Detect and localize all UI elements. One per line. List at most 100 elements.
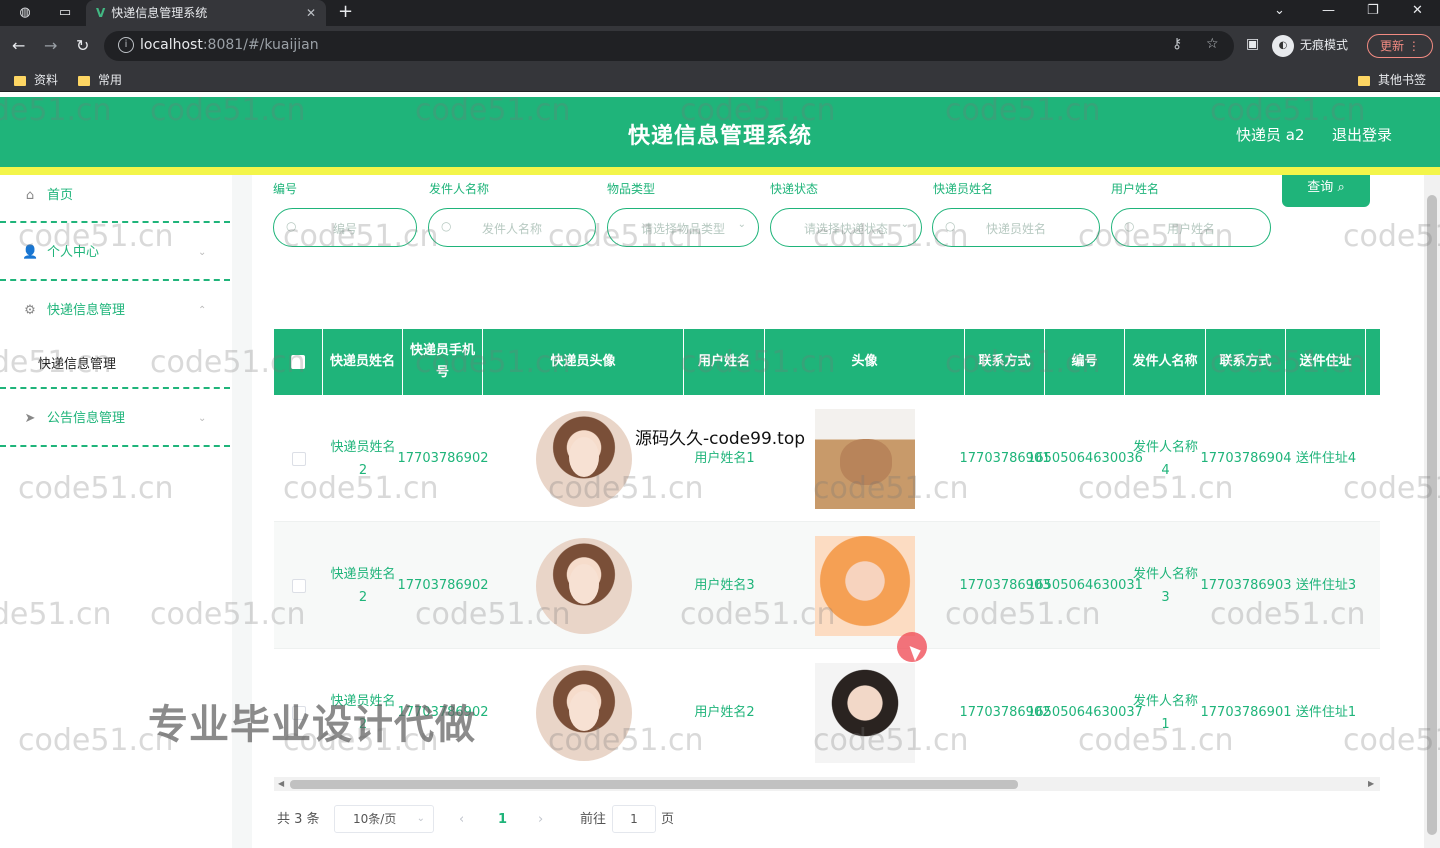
scrollbar-thumb[interactable] — [290, 780, 1018, 789]
sidebar-item-express-management[interactable]: ⚙ 快递信息管理 ⌃ — [0, 283, 232, 339]
search-button[interactable]: 查询 ⌕ — [1282, 175, 1370, 207]
tab-list-icon[interactable]: ⌄ — [1274, 0, 1285, 22]
chevron-down-icon: ⌄ — [198, 413, 207, 424]
item-type-select[interactable]: 请选择物品类型 ⌄ — [607, 208, 759, 247]
scrollbar-thumb[interactable] — [1427, 195, 1437, 835]
sidebar-subitem-express-management[interactable]: 快递信息管理 — [38, 353, 116, 372]
other-bookmarks[interactable]: 其他书签 — [1358, 71, 1426, 88]
user-photo[interactable] — [815, 408, 915, 509]
incognito-indicator[interactable]: ◐ 无痕模式 — [1272, 34, 1348, 57]
page-size-select[interactable]: 10条/页 ⌄ — [334, 805, 434, 833]
url-host: localhost — [140, 37, 203, 53]
window-close-icon[interactable]: ✕ — [1412, 0, 1423, 22]
back-icon[interactable]: ← — [12, 36, 25, 56]
cell-courier-name: 快递员姓名2 — [330, 566, 396, 605]
column-header[interactable]: 联系方式 — [1206, 329, 1286, 395]
cell-number: 16505064630031 — [1027, 578, 1143, 593]
table-row[interactable]: 快递员姓名2 17703786902 用户姓名3 17703786903 165… — [274, 522, 1380, 649]
column-header[interactable]: 发件人名称 — [1125, 329, 1206, 395]
column-header[interactable]: 快递员头像 — [483, 329, 684, 395]
mouse-cursor-icon — [897, 632, 927, 662]
item-type-placeholder: 请选择物品类型 — [640, 222, 725, 236]
scroll-left-icon[interactable]: ◀ — [278, 777, 284, 791]
sender-placeholder: 发件人名称 — [481, 222, 542, 236]
cell-number: 16505064630037 — [1027, 705, 1143, 720]
sender-input[interactable]: ○ 发件人名称 — [428, 208, 596, 247]
chevron-down-icon: ⌄ — [737, 219, 746, 230]
user-name-input[interactable]: ○ 用户姓名 — [1111, 208, 1271, 247]
side-panel-icon[interactable]: ▣ — [1246, 36, 1259, 52]
column-header[interactable]: 送件住址 — [1286, 329, 1366, 395]
tab-search-icon[interactable]: ▭ — [56, 4, 74, 22]
app-header: 快递信息管理系统 快递员 a2 退出登录 — [0, 97, 1440, 167]
page-number-current[interactable]: 1 — [498, 807, 507, 833]
reload-icon[interactable]: ↻ — [76, 36, 89, 56]
sidebar-divider — [0, 221, 230, 223]
minimize-icon[interactable]: — — [1322, 0, 1335, 22]
gear-icon: ⚙ — [24, 303, 36, 318]
filter-label-courier-name: 快递员姓名 — [933, 182, 994, 196]
column-header[interactable]: 快递员手机号 — [403, 329, 483, 395]
bookmark-star-icon[interactable]: ☆ — [1206, 36, 1219, 52]
cell-courier-phone: 17703786902 — [397, 578, 489, 593]
user-icon: 👤 — [22, 245, 39, 260]
scroll-right-icon[interactable]: ▶ — [1368, 777, 1374, 791]
chevron-up-icon: ⌃ — [198, 305, 207, 316]
column-header[interactable]: 编号 — [1045, 329, 1125, 395]
cell-address: 送件住址1 — [1295, 705, 1357, 720]
bookmark-folder-ziliao[interactable]: 资料 — [14, 71, 58, 88]
cell-user-name: 用户姓名1 — [694, 451, 755, 466]
courier-avatar[interactable] — [535, 410, 632, 507]
status-select[interactable]: 请选择快递状态 ⌄ — [770, 208, 922, 247]
column-header[interactable]: 用户姓名 — [684, 329, 765, 395]
column-header[interactable]: 快递员姓名 — [323, 329, 403, 395]
browser-menu-icon[interactable]: ◍ — [16, 4, 34, 22]
key-icon[interactable]: ⚷ — [1172, 36, 1182, 52]
sidebar-item-profile[interactable]: 👤 个人中心 ⌄ — [0, 225, 232, 281]
bookmark-label: 常用 — [98, 73, 123, 87]
goto-page-input[interactable]: 1 — [612, 805, 656, 833]
chevron-down-icon: ⌄ — [198, 247, 207, 258]
sidebar-item-notice-management[interactable]: ➤ 公告信息管理 ⌄ — [0, 391, 232, 447]
sidebar-item-home[interactable]: ⌂ 首页 — [0, 168, 232, 224]
tab-close-icon[interactable]: ✕ — [306, 0, 316, 26]
table-row[interactable]: 快递员姓名2 17703786902 用户姓名1 17703786901 165… — [274, 395, 1380, 522]
page-vertical-scrollbar[interactable] — [1424, 175, 1440, 848]
table-horizontal-scrollbar[interactable]: ◀ ▶ — [274, 777, 1380, 791]
home-icon: ⌂ — [25, 188, 35, 203]
logout-link[interactable]: 退出登录 — [1332, 124, 1392, 145]
restore-icon[interactable]: ❐ — [1367, 0, 1379, 22]
courier-avatar[interactable] — [535, 664, 632, 761]
user-photo[interactable] — [815, 535, 915, 636]
cell-sender: 发件人名称3 — [1132, 566, 1198, 605]
send-icon: ➤ — [24, 411, 36, 426]
sidebar-divider — [0, 279, 230, 281]
column-header[interactable]: 联系方式 — [965, 329, 1045, 395]
cell-sender: 发件人名称4 — [1132, 439, 1198, 478]
browser-tab[interactable]: V 快递信息管理系统 ✕ — [86, 0, 326, 26]
row-checkbox[interactable] — [274, 395, 323, 522]
row-checkbox[interactable] — [274, 522, 323, 649]
new-tab-button[interactable]: + — [338, 0, 353, 24]
courier-avatar[interactable] — [535, 537, 632, 634]
filter-label-user-name: 用户姓名 — [1111, 182, 1160, 196]
cell-address: 送件住址3 — [1295, 578, 1357, 593]
status-placeholder: 请选择快递状态 — [803, 222, 888, 236]
next-page-icon[interactable]: › — [538, 807, 543, 833]
column-header[interactable]: 头像 — [765, 329, 965, 395]
cell-contact2: 17703786901 — [1200, 705, 1292, 720]
forward-icon[interactable]: → — [44, 36, 57, 56]
select-all-checkbox[interactable] — [274, 329, 323, 395]
number-input[interactable]: ○ 编号 — [273, 208, 417, 247]
prev-page-icon[interactable]: ‹ — [459, 807, 464, 833]
cell-sender: 发件人名称1 — [1132, 693, 1198, 732]
update-button[interactable]: 更新 ⋮ — [1367, 34, 1433, 58]
url-field[interactable]: i localhost:8081/#/kuaijian ⚷ ☆ — [104, 31, 1234, 61]
user-photo[interactable] — [815, 662, 915, 763]
checkbox-icon — [291, 451, 306, 466]
courier-name-input[interactable]: ○ 快递员姓名 — [932, 208, 1100, 247]
site-info-icon[interactable]: i — [118, 37, 134, 53]
pagination-total: 共 3 条 — [277, 812, 320, 827]
bookmark-folder-changyong[interactable]: 常用 — [78, 71, 122, 88]
table-header: 快递员姓名 快递员手机号 快递员头像 用户姓名 头像 联系方式 编号 发件人名称… — [274, 329, 1380, 395]
